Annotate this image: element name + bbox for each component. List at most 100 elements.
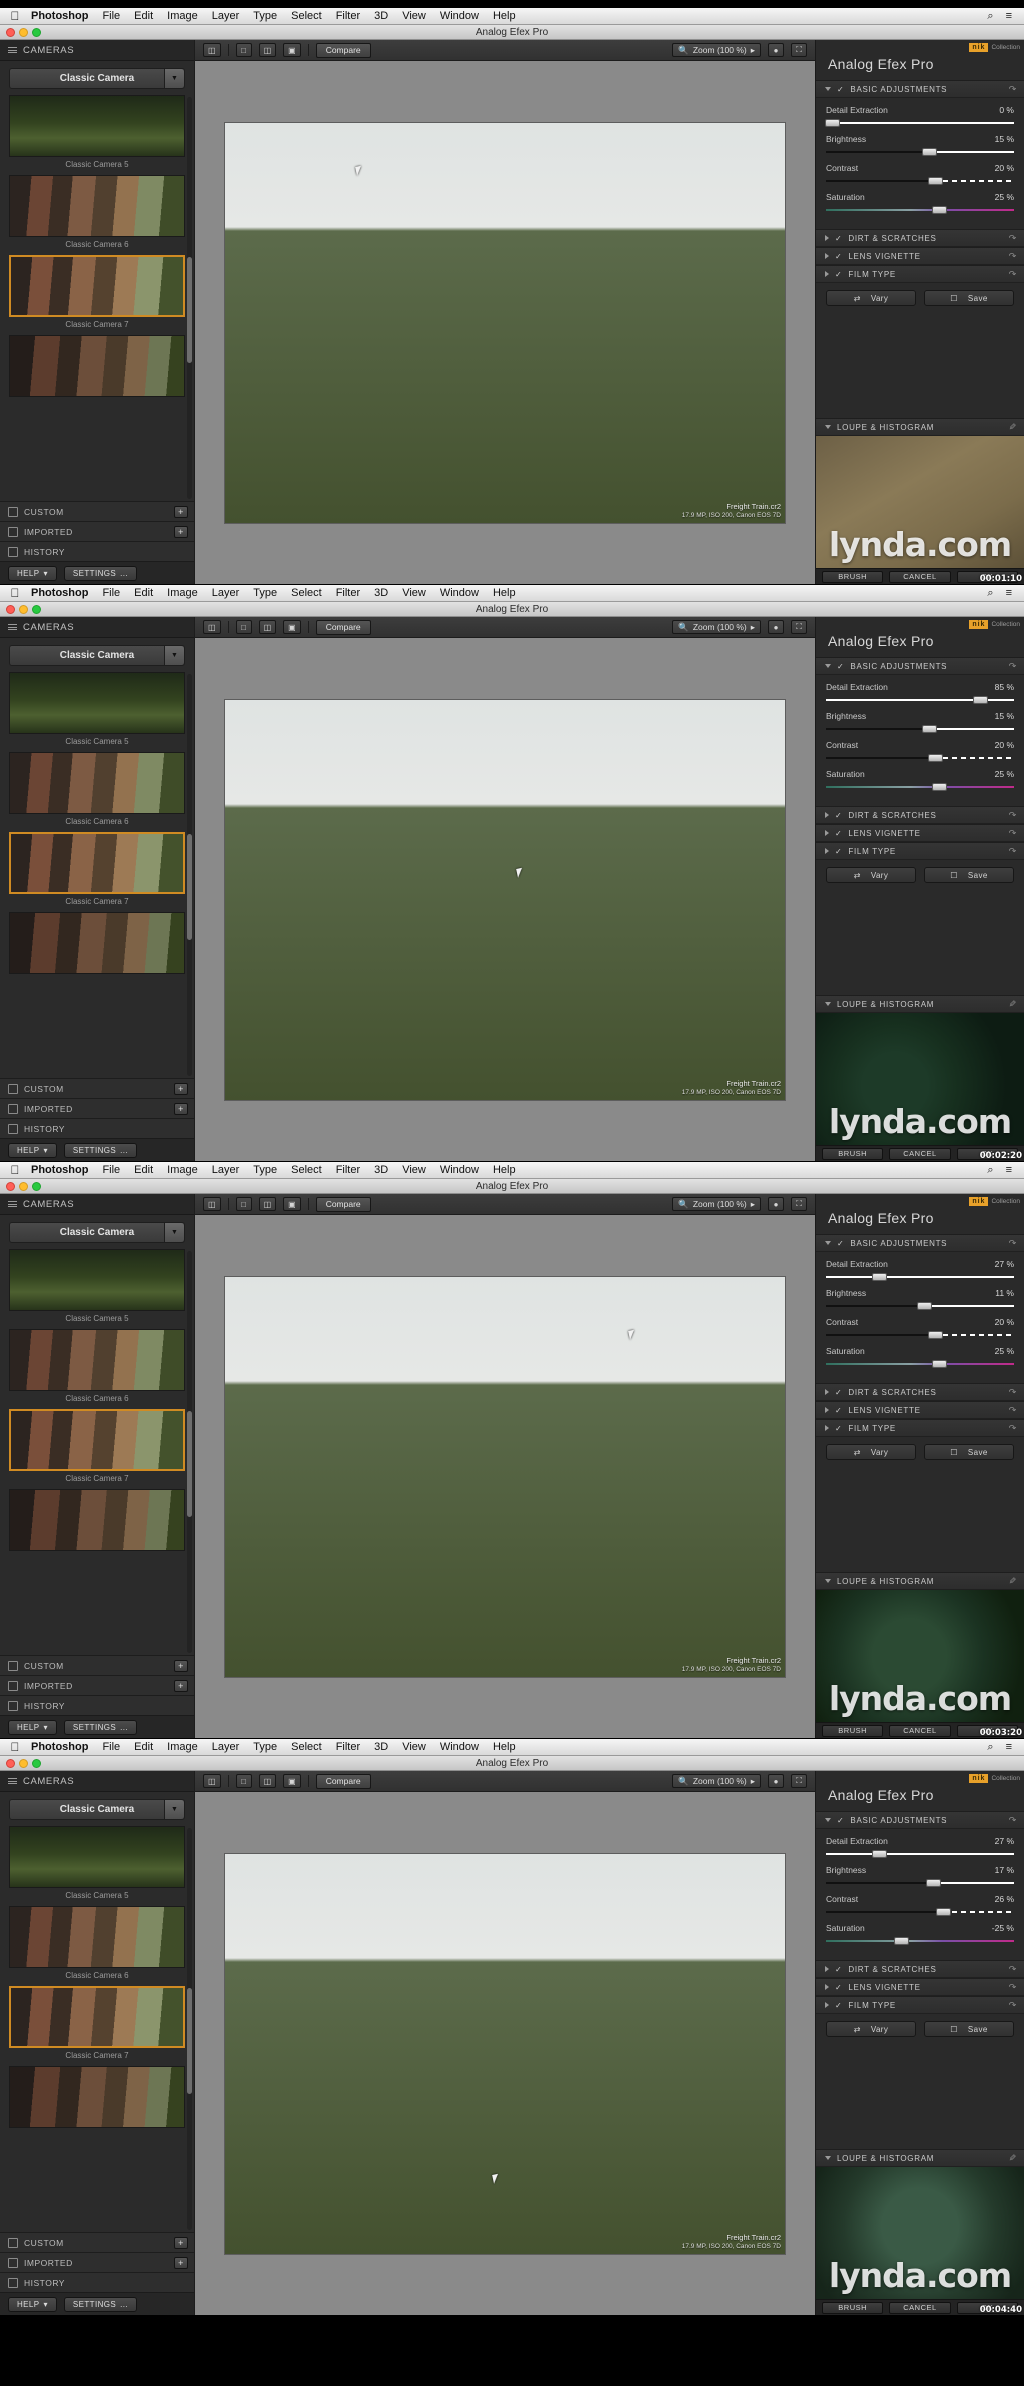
preview-image[interactable]: Freight Train.cr2 17.9 MP, ISO 200, Cano… — [225, 1276, 785, 1677]
menu-window[interactable]: Window — [433, 1164, 486, 1176]
sidebar-item-imported[interactable]: IMPORTED + — [0, 2252, 194, 2272]
list-item[interactable] — [9, 1489, 185, 1551]
section-basic-adjustments[interactable]: ✓ BASIC ADJUSTMENTS ↶ — [816, 1234, 1024, 1252]
slider-track-wrap[interactable] — [826, 148, 1014, 156]
sidebar-item-imported[interactable]: IMPORTED + — [0, 521, 194, 541]
menu-layer[interactable]: Layer — [205, 1741, 247, 1753]
thumbnail-image[interactable] — [9, 832, 185, 894]
preview-image[interactable]: Freight Train.cr2 17.9 MP, ISO 200, Cano… — [225, 1853, 785, 2254]
section-dirt-and-scratches[interactable]: ✓ DIRT & SCRATCHES ↶ — [816, 1960, 1024, 1978]
chevron-down-icon[interactable] — [825, 1002, 831, 1006]
reset-icon[interactable]: ↶ — [1008, 2000, 1016, 2011]
sidebar-item-custom[interactable]: CUSTOM + — [0, 1655, 194, 1675]
loupe-toggle-icon[interactable]: ● — [768, 620, 784, 634]
camera-thumbnail-list[interactable]: Classic Camera 5 Classic Camera 6 Classi… — [0, 1826, 194, 2232]
menu-help[interactable]: Help — [486, 1741, 523, 1753]
checkbox-icon[interactable]: ✓ — [837, 662, 844, 671]
sidebar-item-custom[interactable]: CUSTOM + — [0, 501, 194, 521]
slider-track[interactable] — [826, 122, 1014, 124]
slider-track-wrap[interactable] — [826, 1879, 1014, 1887]
slider-track[interactable] — [826, 1853, 1014, 1855]
slider-track[interactable] — [826, 1276, 1014, 1278]
navigator-toggle-icon[interactable]: ◫ — [203, 1774, 221, 1788]
thumbnail-image[interactable] — [9, 912, 185, 974]
navigator-toggle-icon[interactable]: ◫ — [203, 1197, 221, 1211]
compare-button[interactable]: Compare — [315, 619, 371, 635]
fullscreen-icon[interactable]: ⛶ — [791, 1774, 807, 1788]
vary-button[interactable]: ⇄ Vary — [826, 290, 916, 306]
menu-type[interactable]: Type — [246, 1164, 284, 1176]
slider-track-wrap[interactable] — [826, 1908, 1014, 1916]
checkbox-icon[interactable]: ✓ — [835, 1965, 842, 1974]
section-loupe-histogram[interactable]: LOUPE & HISTOGRAM ✎ — [816, 995, 1024, 1013]
slider-track-wrap[interactable] — [826, 696, 1014, 704]
fullscreen-icon[interactable]: ⛶ — [791, 1197, 807, 1211]
add-custom-button[interactable]: + — [174, 505, 188, 518]
reset-icon[interactable]: ↶ — [1008, 661, 1016, 672]
slider-handle[interactable] — [824, 119, 840, 127]
image-canvas[interactable]: Freight Train.cr2 17.9 MP, ISO 200, Cano… — [195, 638, 815, 1161]
menu-edit[interactable]: Edit — [127, 10, 160, 22]
zoom-control[interactable]: 🔍 Zoom (100 %) ▸ — [672, 620, 761, 634]
menu-filter[interactable]: Filter — [329, 1164, 367, 1176]
loupe-preview[interactable]: lynda.com — [816, 1590, 1024, 1722]
section-basic-adjustments[interactable]: ✓ BASIC ADJUSTMENTS ↶ — [816, 80, 1024, 98]
thumbnail-image[interactable] — [9, 1906, 185, 1968]
thumbnail-image[interactable] — [9, 1826, 185, 1888]
reset-icon[interactable]: ↶ — [1008, 1815, 1016, 1826]
checkbox-icon[interactable]: ✓ — [837, 1816, 844, 1825]
thumbnail-image[interactable] — [9, 335, 185, 397]
sidebar-item-custom[interactable]: CUSTOM + — [0, 1078, 194, 1098]
section-lens-vignette[interactable]: ✓ LENS VIGNETTE ↶ — [816, 1401, 1024, 1419]
spotlight-search-icon[interactable]: ⌕ — [981, 10, 999, 23]
save-button[interactable]: ☐ Save — [924, 2021, 1014, 2037]
split-view-icon[interactable]: ◫ — [258, 620, 277, 634]
single-view-icon[interactable]: □ — [235, 1197, 252, 1211]
camera-preset-select[interactable]: Classic Camera ▼ — [9, 645, 185, 666]
eyedropper-icon[interactable]: ✎ — [1008, 422, 1016, 433]
menu-3d[interactable]: 3D — [367, 10, 395, 22]
zoom-control[interactable]: 🔍 Zoom (100 %) ▸ — [672, 1197, 761, 1211]
sidebar-scrollbar-thumb[interactable] — [187, 1988, 192, 2094]
slider-track-wrap[interactable] — [826, 1331, 1014, 1339]
brush-button[interactable]: BRUSH — [822, 1724, 884, 1737]
slider-saturation[interactable]: Saturation 25 % — [826, 1346, 1014, 1368]
slider-detail-extraction[interactable]: Detail Extraction 0 % — [824, 105, 1014, 127]
section-film-type[interactable]: ✓ FILM TYPE ↶ — [816, 265, 1024, 283]
menu-type[interactable]: Type — [246, 1741, 284, 1753]
menu-image[interactable]: Image — [160, 587, 205, 599]
slider-contrast[interactable]: Contrast 20 % — [826, 163, 1014, 185]
slider-saturation[interactable]: Saturation 25 % — [826, 769, 1014, 791]
loupe-toggle-icon[interactable]: ● — [768, 43, 784, 57]
checkbox-icon[interactable]: ✓ — [835, 234, 842, 243]
spotlight-search-icon[interactable]: ⌕ — [981, 1164, 999, 1177]
image-canvas[interactable]: Freight Train.cr2 17.9 MP, ISO 200, Cano… — [195, 61, 815, 584]
section-lens-vignette[interactable]: ✓ LENS VIGNETTE ↶ — [816, 1978, 1024, 1996]
thumbnail-image[interactable] — [9, 1329, 185, 1391]
save-button[interactable]: ☐ Save — [924, 290, 1014, 306]
fullscreen-icon[interactable]: ⛶ — [791, 43, 807, 57]
thumbnail-image[interactable] — [9, 752, 185, 814]
slider-saturation[interactable]: Saturation 25 % — [826, 192, 1014, 214]
sidebar-item-imported[interactable]: IMPORTED + — [0, 1675, 194, 1695]
apple-logo-icon[interactable]:  — [6, 1740, 24, 1754]
split-view-icon[interactable]: ◫ — [258, 43, 277, 57]
chevron-down-icon[interactable]: ▼ — [164, 1800, 184, 1819]
chevron-down-icon[interactable]: ▼ — [164, 1223, 184, 1242]
section-basic-adjustments[interactable]: ✓ BASIC ADJUSTMENTS ↶ — [816, 1811, 1024, 1829]
settings-button[interactable]: SETTINGS ... — [63, 565, 138, 581]
save-button[interactable]: ☐ Save — [924, 867, 1014, 883]
chevron-right-icon[interactable] — [825, 1984, 829, 1990]
menu-type[interactable]: Type — [246, 10, 284, 22]
slider-track[interactable] — [826, 1363, 1014, 1365]
checkbox-icon[interactable]: ✓ — [835, 811, 842, 820]
reset-icon[interactable]: ↶ — [1008, 828, 1016, 839]
reset-icon[interactable]: ↶ — [1008, 84, 1016, 95]
brush-button[interactable]: BRUSH — [822, 2301, 884, 2314]
slider-detail-extraction[interactable]: Detail Extraction 27 % — [826, 1259, 1014, 1281]
camera-preset-select[interactable]: Classic Camera ▼ — [9, 68, 185, 89]
camera-thumbnail-list[interactable]: Classic Camera 5 Classic Camera 6 Classi… — [0, 95, 194, 501]
list-item[interactable] — [9, 335, 185, 397]
section-lens-vignette[interactable]: ✓ LENS VIGNETTE ↶ — [816, 247, 1024, 265]
menu-edit[interactable]: Edit — [127, 1164, 160, 1176]
